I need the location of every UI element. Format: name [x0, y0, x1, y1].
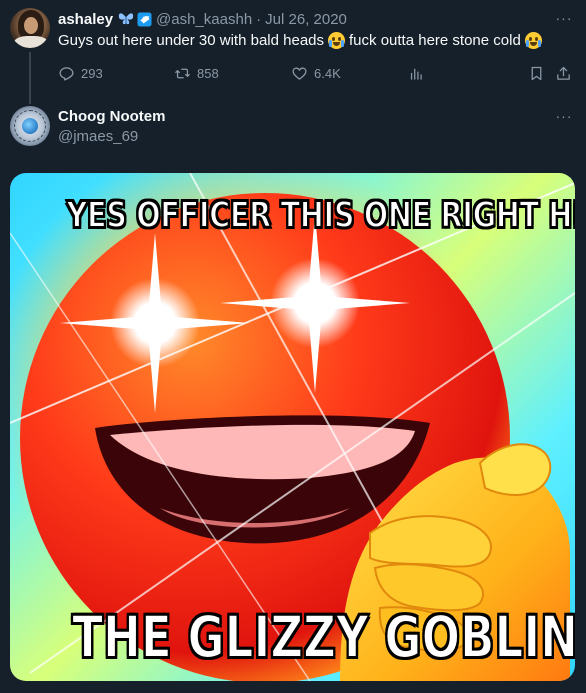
tweet-text-part2: fuck outta here stone cold: [349, 32, 521, 49]
tweet-action-bar: 293 858 6.4K: [58, 62, 578, 84]
avatar-face: [24, 17, 38, 34]
tweet-header: ashaley @ash_kaashh · Jul 26, 2020: [58, 10, 347, 28]
avatar-shirt: [14, 36, 48, 48]
tweet-text: Guys out here under 30 with bald heads f…: [58, 32, 546, 49]
bookmark-button[interactable]: [528, 62, 545, 84]
retweet-icon: [175, 68, 190, 78]
bookmark-icon: [531, 66, 542, 80]
share-button[interactable]: [555, 62, 572, 84]
retweet-count: 858: [197, 65, 219, 81]
analytics-icon: [410, 68, 422, 80]
reply-count: 293: [81, 65, 103, 81]
share-icon: [557, 66, 570, 80]
views-button[interactable]: [408, 62, 425, 84]
heart-icon: [292, 67, 307, 80]
original-tweet[interactable]: ashaley @ash_kaashh · Jul 26, 2020 ··· G…: [0, 0, 586, 104]
author-handle[interactable]: @ash_kaashh: [156, 11, 252, 28]
avatar-globe-icon: [22, 118, 38, 134]
retweet-button[interactable]: 858: [174, 62, 219, 84]
reply-author-name[interactable]: Choog Nootem: [58, 108, 165, 125]
like-button[interactable]: 6.4K: [291, 62, 341, 84]
tweet-date[interactable]: Jul 26, 2020: [265, 11, 347, 28]
verified-badge-icon: [137, 12, 152, 26]
like-count: 6.4K: [314, 65, 341, 81]
more-options-icon[interactable]: ···: [554, 8, 574, 28]
author-avatar[interactable]: [10, 8, 50, 48]
thread-connector-line: [29, 52, 31, 104]
meme-top-caption: YES OFFICER THIS ONE RIGHT HERE: [66, 194, 575, 237]
meme-bottom-caption: THE GLIZZY GOBLIN: [71, 602, 575, 672]
reply-button[interactable]: 293: [58, 62, 103, 84]
tears-of-joy-emoji-icon: [524, 32, 542, 49]
tweet-text-part1: Guys out here under 30 with bald heads: [58, 32, 325, 49]
butterfly-emoji-icon: [118, 13, 134, 25]
header-separator: ·: [256, 10, 262, 28]
reply-author-avatar[interactable]: [10, 106, 50, 146]
meme-image[interactable]: YES OFFICER THIS ONE RIGHT HERE THE GLIZ…: [10, 173, 575, 681]
reply-author-handle[interactable]: @jmaes_69: [58, 128, 138, 145]
crying-face-emoji-icon: [328, 32, 346, 49]
reply-icon: [59, 66, 74, 81]
reply-more-options-icon[interactable]: ···: [554, 106, 574, 126]
author-name[interactable]: ashaley: [58, 11, 113, 28]
